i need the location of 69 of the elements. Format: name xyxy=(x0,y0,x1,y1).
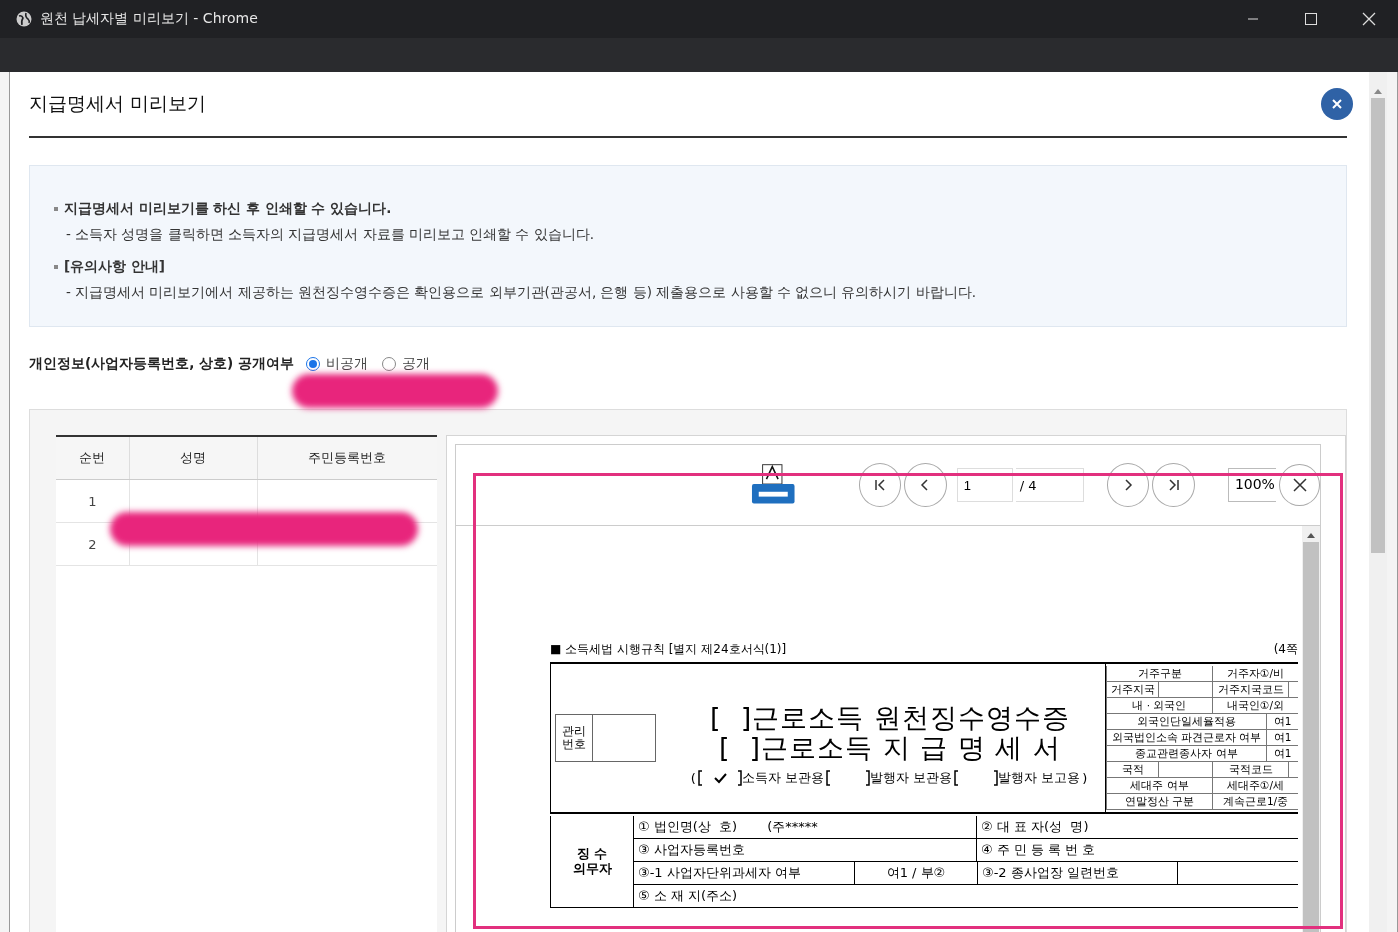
manage-label: 관리 번호 xyxy=(555,714,593,762)
bullet-icon xyxy=(54,265,58,269)
page-note: (4쪽 xyxy=(1273,641,1298,658)
notice-text: - 지급명세서 미리보기에서 제공하는 원천징수영수증은 확인용으로 외부기관(관공서, 은행 등) 제출용으로 사용할 수 없으니 유의하시기 바랍니다. xyxy=(66,284,977,302)
document-title: [ ]근로소득 지 급 명 세 서 xyxy=(718,733,1062,763)
notice-text: [유의사항 안내] xyxy=(64,258,166,276)
form-cell: 여1 / 부② xyxy=(854,862,977,884)
form-cell-text: ③-1 사업자단위과세자 여부 xyxy=(637,864,802,882)
notice-text: - 소득자 성명을 클릭하면 소득자의 지급명세서 자료를 미리보고 인쇄할 수 있습니다. xyxy=(66,226,595,244)
column-header: 순번 xyxy=(56,437,130,480)
globe-icon xyxy=(16,11,32,27)
form-cell: 종교관련종사자 여부 xyxy=(1106,746,1266,761)
form-cell: 여1 xyxy=(1266,746,1298,761)
scroll-thumb[interactable] xyxy=(1371,98,1385,553)
column-header: 성명 xyxy=(129,437,258,480)
dialog-title: 지급명세서 미리보기 xyxy=(29,91,207,116)
paren-text: ) xyxy=(1082,770,1088,786)
previous-page-button[interactable] xyxy=(904,463,947,507)
zoom-field[interactable]: 100% xyxy=(1227,468,1277,502)
form-cell: 여1 xyxy=(1266,730,1298,745)
form-cell-text: ⑤ 소 재 지(주소) xyxy=(637,887,739,905)
form-cell: 국적코드 xyxy=(1212,762,1288,777)
form-cell-text: ① 법인명(상 호) (주***** xyxy=(637,818,819,836)
close-viewer-button[interactable] xyxy=(1279,464,1320,506)
page-field[interactable]: 1 xyxy=(956,468,1013,502)
form-cell: 연말정산 구분 xyxy=(1106,794,1212,809)
window-title: 원천 납세자별 미리보기 - Chrome xyxy=(40,10,259,28)
form-cell: 거주자①/비 xyxy=(1212,666,1298,681)
form-cell: 세대주①/세 xyxy=(1212,778,1298,793)
form-cell: 거주지국 xyxy=(1106,682,1158,697)
document-title: [ ]근로소득 원천징수영수증 xyxy=(710,703,1070,733)
last-page-button[interactable] xyxy=(1152,463,1195,507)
form-cell: ② 대 표 자(성 명) xyxy=(976,816,1298,838)
radio-button[interactable] xyxy=(305,357,320,371)
page-total: / 4 xyxy=(1015,468,1084,502)
form-cell: 계속근로1/중 xyxy=(1212,794,1298,809)
scroll-up-icon xyxy=(1307,532,1315,538)
section-label: 징 수 의무자 xyxy=(571,847,613,876)
form-cell: 거주구분 xyxy=(1106,666,1212,681)
radio-label: 비공개 xyxy=(325,355,368,373)
form-cell: ③-2 종사업장 일련번호 xyxy=(977,862,1177,884)
copy-label: 발행자 보고용 xyxy=(998,769,1081,787)
maximize-icon xyxy=(1304,12,1318,26)
form-title: ■ 소득세법 시행규칙 [별지 제24호서식(1)] xyxy=(550,641,787,658)
close-icon xyxy=(1362,12,1376,26)
form-cell: ④ 주 민 등 록 번 호 xyxy=(976,839,1298,861)
form-cell: 세대주 여부 xyxy=(1106,778,1212,793)
radio-button[interactable] xyxy=(381,357,396,371)
paren-text: ( xyxy=(690,770,696,786)
close-button[interactable] xyxy=(1321,88,1353,120)
manage-number-field xyxy=(593,714,656,762)
copy-label: 소득자 보관용 xyxy=(741,769,824,787)
form-cell: 외국인단일세율적용 xyxy=(1106,714,1266,729)
form-cell: 여1 xyxy=(1266,714,1298,729)
close-icon xyxy=(1291,477,1308,493)
form-cell: 내국인①/외 xyxy=(1212,698,1298,713)
scroll-up-icon xyxy=(1374,88,1382,94)
close-icon xyxy=(1332,99,1342,109)
form-cell-text: ③ 사업자등록번호 xyxy=(637,841,746,859)
bullet-icon xyxy=(54,207,58,211)
column-header: 주민등록번호 xyxy=(257,437,437,480)
form-cell: 내 · 외국인 xyxy=(1106,698,1212,713)
notice-text: 지급명세서 미리보기를 하신 후 인쇄할 수 있습니다. xyxy=(64,200,392,218)
form-cell: 외국법인소속 파견근로자 여부 xyxy=(1106,730,1266,745)
form-cell: 국적 xyxy=(1106,762,1158,777)
copy-label: 발행자 보관용 xyxy=(869,769,953,787)
privacy-label: 개인정보(사업자등록번호, 상호) 공개여부 xyxy=(29,355,294,373)
form-cell: 거주지국코드 xyxy=(1212,682,1288,697)
radio-label: 공개 xyxy=(401,355,430,373)
